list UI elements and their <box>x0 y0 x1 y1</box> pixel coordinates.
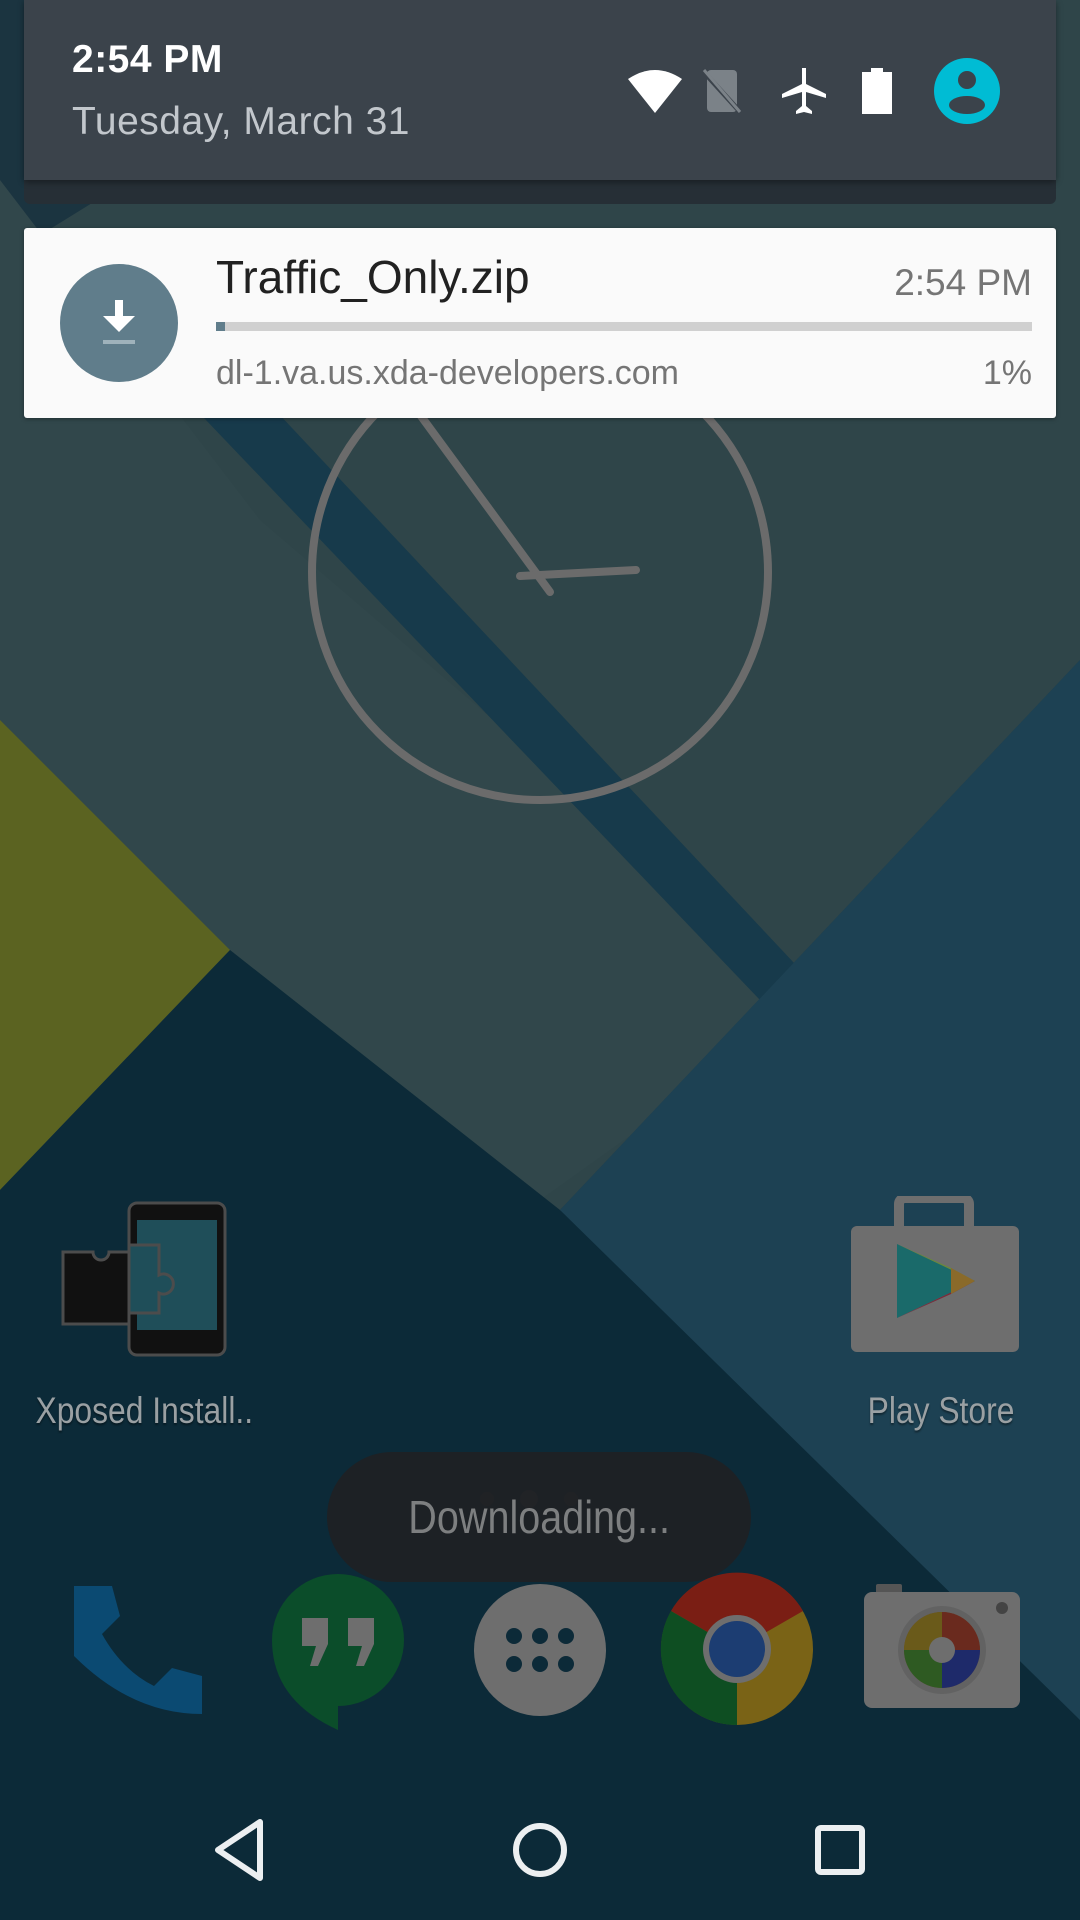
notification-title: Traffic_Only.zip <box>216 251 530 303</box>
notification-source: dl-1.va.us.xda-developers.com <box>216 354 680 392</box>
airplane-mode-icon <box>782 68 826 114</box>
app-label: Xposed Install.. <box>35 1390 254 1431</box>
dock-camera[interactable] <box>864 1584 1020 1710</box>
shade-date[interactable]: Tuesday, March 31 <box>72 100 410 144</box>
chrome-icon <box>660 1572 813 1726</box>
camera-icon <box>864 1584 1020 1708</box>
back-icon <box>215 1819 263 1881</box>
toast-text: Downloading... <box>408 1491 670 1543</box>
no-sim-icon <box>702 68 742 114</box>
home-icon <box>513 1823 567 1877</box>
xposed-installer-icon <box>61 1201 227 1357</box>
download-icon <box>60 264 178 382</box>
dock-chrome[interactable] <box>660 1572 814 1726</box>
user-avatar-icon[interactable] <box>934 58 1000 124</box>
dock-phone[interactable] <box>68 1580 208 1720</box>
battery-full-icon <box>862 68 892 114</box>
app-drawer-button[interactable] <box>474 1584 606 1716</box>
dock-hangouts[interactable] <box>270 1572 406 1732</box>
wifi-icon <box>628 69 682 113</box>
app-play-store[interactable]: Play Store <box>826 1190 1056 1440</box>
notification-shade-header: 2:54 PM Tuesday, March 31 <box>24 0 1056 180</box>
hangouts-icon <box>272 1574 404 1730</box>
recents-button[interactable] <box>780 1800 900 1900</box>
play-store-icon <box>851 1196 1019 1352</box>
status-icons <box>628 58 1000 124</box>
notification-percent: 1% <box>982 354 1032 392</box>
download-progress-bar <box>216 322 1032 331</box>
home-button[interactable] <box>480 1800 600 1900</box>
shade-divider <box>24 180 1056 204</box>
app-xposed-installer[interactable]: Xposed Install.. <box>18 1200 268 1440</box>
app-label: Play Store <box>867 1390 1015 1431</box>
phone-icon <box>74 1586 202 1714</box>
back-button[interactable] <box>180 1800 300 1900</box>
navigation-bar <box>0 1760 1080 1920</box>
app-drawer-icon <box>506 1628 574 1672</box>
shade-clock: 2:54 PM <box>72 38 223 81</box>
recents-icon <box>815 1825 865 1875</box>
notification-time: 2:54 PM <box>894 262 1032 303</box>
downloading-toast: Downloading... <box>327 1452 751 1582</box>
download-progress-fill <box>216 322 225 331</box>
download-notification[interactable]: Traffic_Only.zip 2:54 PM dl-1.va.us.xda-… <box>24 228 1056 418</box>
